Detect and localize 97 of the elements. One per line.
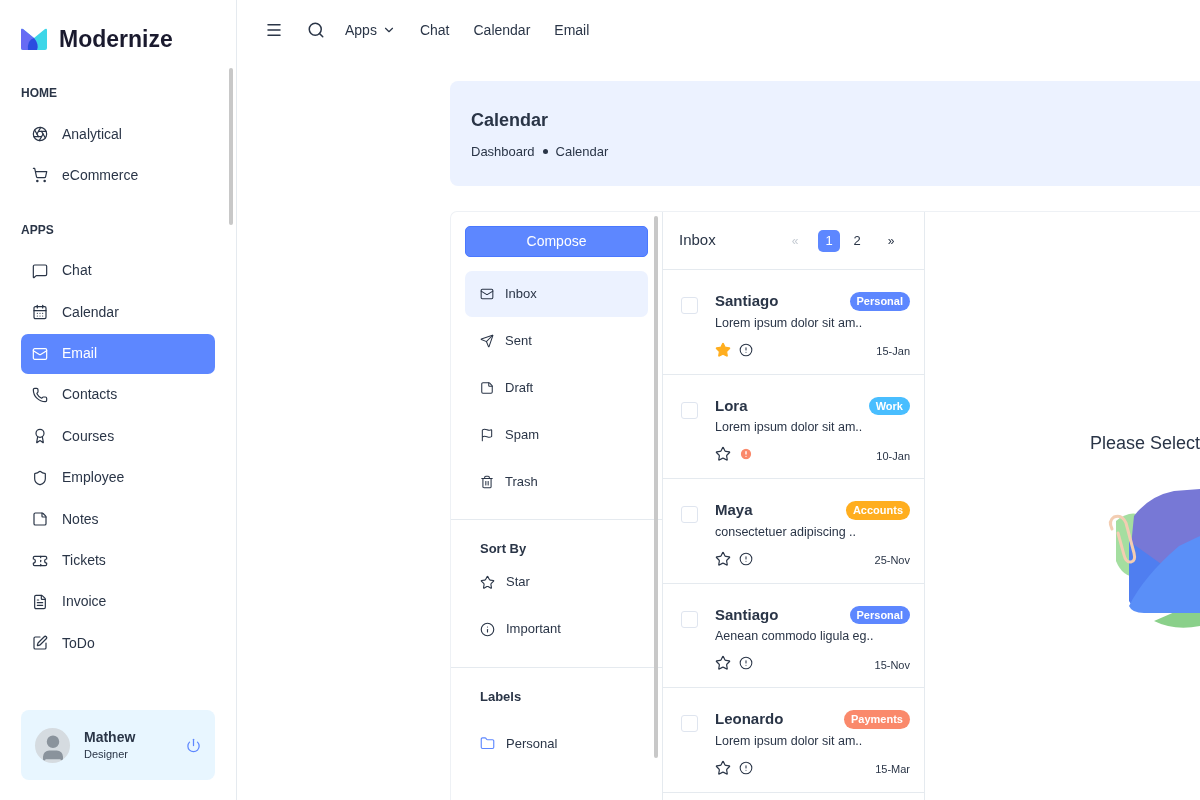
mail-date: 10-Jan [876,448,910,464]
tag-label: Accounts [845,501,910,520]
folder-icon [480,736,495,751]
checkbox[interactable] [681,401,698,419]
profile-name: Mathew [84,727,137,746]
mail-date: 15-Nov [874,657,910,673]
sidebar-item[interactable]: Analytical [21,114,215,154]
mail-date: 15-Jan [876,344,910,360]
mail-icon [480,287,494,301]
sidebar-item[interactable]: Employee [21,457,215,498]
page-number[interactable]: 2 [846,229,868,252]
mail-date: 15-Mar [875,762,910,778]
alert-icon[interactable] [739,656,753,670]
profile-role: Designer [84,746,130,762]
section-heading: Labels [480,687,523,706]
star-icon[interactable] [715,550,731,567]
label-item[interactable]: Personal [480,720,662,767]
file-icon [32,593,48,610]
breadcrumb-item[interactable]: Dashboard [471,142,535,162]
nav-link[interactable]: Apps [345,19,396,41]
tag-label: Payments [844,710,910,729]
sidebar-item[interactable]: Courses [21,416,215,457]
brand-name: Modernize [59,24,173,54]
star-icon [480,574,495,590]
mail-preview: Lorem ipsum dolor sit am.. [715,732,864,750]
nav-link[interactable]: Email [554,19,590,41]
section-heading: APPS [21,221,55,239]
sidebar-item[interactable]: Tickets [21,540,215,581]
sender-name: Santiago [715,604,779,625]
aperture-icon [32,126,48,142]
alert-icon[interactable] [739,551,753,566]
scrollbar[interactable] [654,216,658,758]
pen-icon [32,635,48,652]
trash-icon [480,475,494,489]
scrollbar[interactable] [229,68,233,225]
sender-name: Maya [715,500,753,520]
sender-name: Lora [715,395,748,416]
award-icon [32,428,48,445]
next-page[interactable]: » [882,231,900,250]
avatar [35,727,70,763]
sidebar-item[interactable]: Contacts [21,374,215,415]
logo-icon [19,28,49,50]
star-icon[interactable] [715,446,731,462]
sidebar-item[interactable]: Chat [21,250,215,291]
shield-icon [32,469,48,486]
sort-item[interactable]: Star [480,558,648,606]
mail-preview: Lorem ipsum dolor sit am.. [715,314,864,332]
search-icon[interactable] [307,21,325,39]
folder-item[interactable]: Draft [465,365,648,411]
tag-label: Personal [849,605,910,624]
cart-icon [32,167,48,184]
calendar-icon [32,304,48,321]
nav-link[interactable]: Chat [419,19,450,41]
mail-icon [32,345,48,362]
section-heading: Sort By [480,540,528,558]
checkbox[interactable] [681,297,698,314]
sender-name: Santiago [715,291,779,311]
chat-bubble-icon [32,262,48,279]
page-title: Calendar [471,109,550,132]
note-icon [480,381,494,395]
sidebar-item[interactable]: ToDo [21,623,215,664]
folder-item[interactable]: Inbox [465,271,648,317]
sidebar-item[interactable]: eCommerce [21,155,215,196]
phone-icon [32,386,48,403]
checkbox[interactable] [681,715,698,732]
sidebar-item[interactable]: Calendar [21,292,215,333]
alert-icon[interactable] [739,760,753,775]
folder-item[interactable]: Trash [465,459,648,505]
mail-date: 25-Nov [874,553,910,569]
checkbox[interactable] [681,506,698,523]
tag-label: Personal [849,292,910,311]
nav-link[interactable]: Calendar [473,19,531,41]
mail-preview: Aenean commodo ligula eg.. [715,628,875,645]
tag-label: Work [868,396,910,415]
mail-preview: consectetuer adipiscing .. [715,523,858,541]
list-title: Inbox [679,230,716,251]
star-icon[interactable] [715,341,731,358]
breadcrumb-item: Calendar [555,143,609,161]
star-icon[interactable] [715,655,731,671]
star-icon[interactable] [715,759,731,776]
sort-item[interactable]: Important [480,605,648,653]
alert-icon[interactable] [739,342,753,357]
flag-icon [480,428,494,442]
menu-icon[interactable] [265,21,283,39]
folder-item[interactable]: Sent [465,318,648,364]
folder-item[interactable]: Spam [465,412,648,458]
sidebar-item[interactable]: Notes [21,499,215,540]
mail-preview: Lorem ipsum dolor sit am.. [715,419,864,436]
section-heading: HOME [21,85,58,102]
note-icon [32,511,48,528]
info-icon [480,621,495,637]
sidebar-item[interactable]: Invoice [21,581,215,622]
sender-name: Leonardo [715,709,784,729]
checkbox[interactable] [681,610,698,628]
empty-message: Please Select [1089,432,1200,455]
send-icon [480,334,494,348]
power-icon[interactable] [186,737,201,753]
